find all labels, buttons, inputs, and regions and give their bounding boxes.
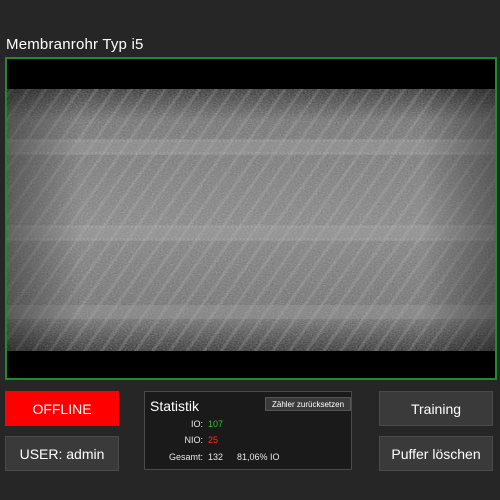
io-count: 107 [208,419,224,429]
statistics-title: Statistik [150,398,200,414]
camera-image-view [5,57,497,380]
user-button[interactable]: USER: admin [5,436,119,471]
nio-count: 25 [208,435,219,445]
io-label: IO: [190,419,203,429]
membrane-tube-image [7,59,495,378]
product-title: Membranrohr Typ i5 [6,36,144,53]
offline-status-button[interactable]: OFFLINE [5,391,119,426]
total-label: Gesamt: [168,452,203,462]
training-button[interactable]: Training [379,391,493,426]
reset-counter-button[interactable]: Zähler zurücksetzen [265,397,351,411]
io-percentage: 81,06% IO [237,452,280,462]
inspection-app: Membranrohr Typ i5 OFFLINE USER: admin S… [0,0,500,500]
nio-label: NIO: [184,435,203,445]
total-count: 132 [208,452,224,462]
clear-buffer-button[interactable]: Puffer löschen [379,436,493,471]
statistics-panel: Statistik Zähler zurücksetzen IO: 107 NI… [144,391,352,470]
